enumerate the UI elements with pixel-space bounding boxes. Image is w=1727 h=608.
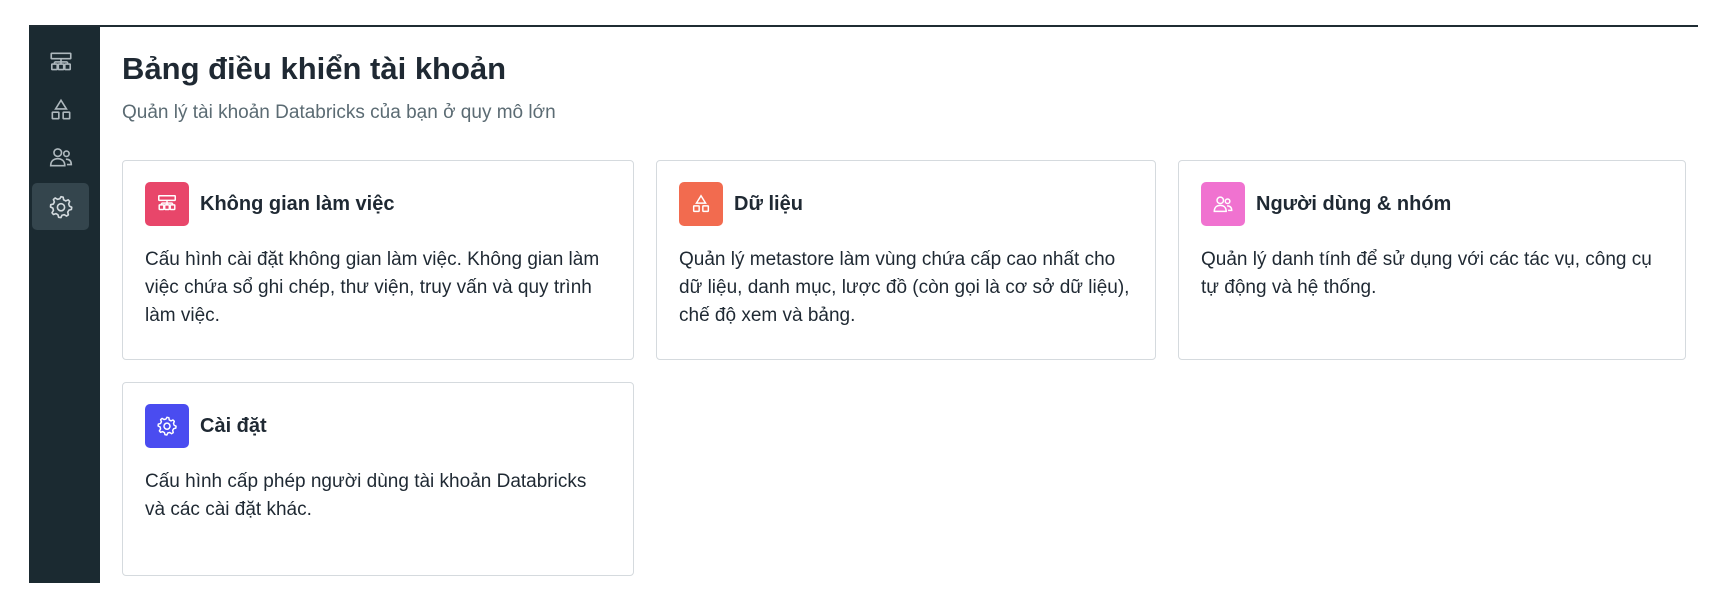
- card-users-groups[interactable]: Người dùng & nhóm Quản lý danh tính để s…: [1178, 160, 1686, 360]
- card-description: Cấu hình cấp phép người dùng tài khoản D…: [145, 471, 587, 520]
- sidebar-item-users[interactable]: [32, 133, 89, 180]
- workspaces-icon: [49, 51, 72, 70]
- card-title: Không gian làm việc: [200, 192, 395, 215]
- gear-icon: [157, 416, 177, 436]
- card-description: Quản lý danh tính để sử dụng với các tác…: [1201, 249, 1652, 298]
- card-workspaces[interactable]: Không gian làm việc Cấu hình cài đặt khô…: [122, 160, 634, 360]
- card-description: Quản lý metastore làm vùng chứa cấp cao …: [679, 249, 1130, 326]
- account-console-window: Bảng điều khiển tài khoản Quản lý tài kh…: [29, 25, 1698, 583]
- main-content: Bảng điều khiển tài khoản Quản lý tài kh…: [122, 27, 1698, 583]
- page-title: Bảng điều khiển tài khoản: [122, 51, 507, 86]
- card-icon-badge: [145, 182, 189, 226]
- page-subtitle: Quản lý tài khoản Databricks của bạn ở q…: [122, 102, 556, 123]
- users-icon: [49, 147, 72, 166]
- sidebar-item-settings[interactable]: [32, 183, 89, 230]
- data-icon: [692, 194, 710, 213]
- card-icon-badge: [145, 404, 189, 448]
- card-icon-badge: [1201, 182, 1245, 226]
- card-data[interactable]: Dữ liệu Quản lý metastore làm vùng chứa …: [656, 160, 1156, 360]
- card-settings[interactable]: Cài đặt Cấu hình cấp phép người dùng tài…: [122, 382, 634, 576]
- card-icon-badge: [679, 182, 723, 226]
- workspaces-icon: [158, 195, 176, 211]
- card-title: Người dùng & nhóm: [1256, 192, 1452, 215]
- sidebar-item-workspaces[interactable]: [32, 39, 89, 86]
- data-icon: [51, 98, 70, 119]
- card-title: Dữ liệu: [734, 192, 803, 215]
- card-title: Cài đặt: [200, 414, 267, 437]
- card-description: Cấu hình cài đặt không gian làm việc. Kh…: [145, 249, 600, 326]
- users-icon: [1213, 196, 1233, 213]
- sidebar: [29, 27, 100, 583]
- sidebar-item-data[interactable]: [32, 86, 89, 133]
- gear-icon: [49, 195, 73, 218]
